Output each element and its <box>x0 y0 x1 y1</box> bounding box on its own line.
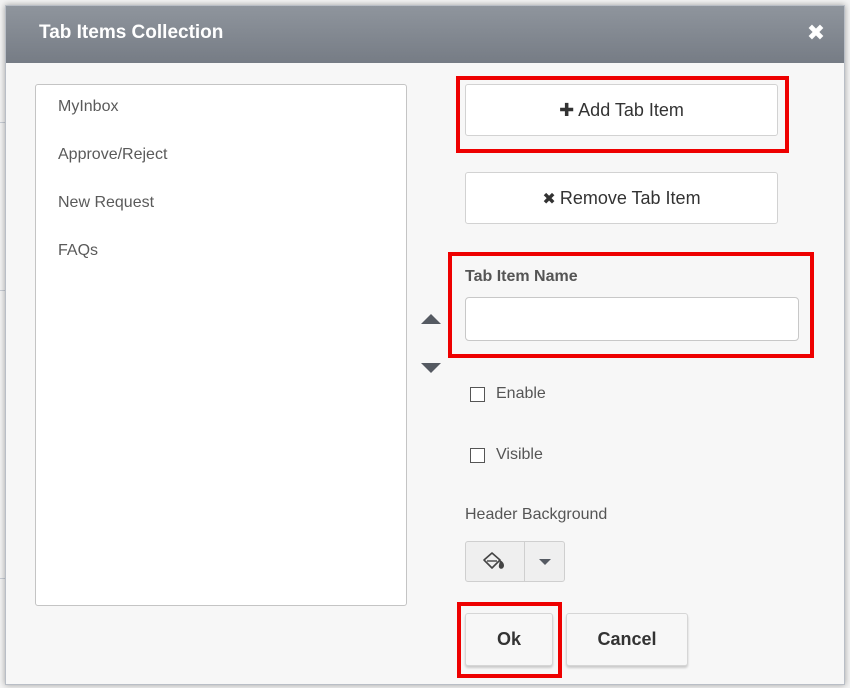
enable-checkbox-row[interactable]: Enable <box>470 384 546 404</box>
x-icon: ✖ <box>542 191 556 208</box>
tab-items-list[interactable]: MyInbox Approve/Reject New Request FAQs <box>35 84 407 606</box>
add-tab-item-label: Add Tab Item <box>578 100 684 120</box>
enable-checkbox[interactable] <box>470 386 485 402</box>
visible-label: Visible <box>496 446 543 463</box>
list-item-faqs[interactable]: FAQs <box>36 239 406 287</box>
header-background-dropdown[interactable] <box>525 542 564 581</box>
header-background-swatch[interactable] <box>466 542 525 581</box>
add-tab-item-button[interactable]: ✚ Add Tab Item <box>465 84 778 136</box>
tab-item-name-input[interactable] <box>465 297 799 341</box>
chevron-down-icon <box>538 558 551 565</box>
visible-checkbox-row[interactable]: Visible <box>470 445 543 465</box>
enable-label: Enable <box>496 385 546 402</box>
dialog-title: Tab Items Collection <box>39 22 224 43</box>
close-icon[interactable]: ✖ <box>804 20 828 46</box>
triangle-down-icon <box>421 363 441 373</box>
triangle-up-icon <box>421 314 441 324</box>
paint-bucket-icon <box>483 551 504 569</box>
remove-tab-item-button[interactable]: ✖ Remove Tab Item <box>465 172 778 224</box>
ok-button[interactable]: Ok <box>465 613 553 666</box>
dialog-titlebar: Tab Items Collection ✖ <box>6 6 844 63</box>
header-background-picker <box>465 541 565 582</box>
plus-icon: ✚ <box>559 100 575 120</box>
header-background-label: Header Background <box>465 506 608 523</box>
list-item-myinbox[interactable]: MyInbox <box>36 95 406 143</box>
move-up-button[interactable] <box>419 309 443 329</box>
cancel-button[interactable]: Cancel <box>566 613 688 666</box>
move-down-button[interactable] <box>419 358 443 378</box>
remove-tab-item-label: Remove Tab Item <box>559 188 701 208</box>
list-item-approve-reject[interactable]: Approve/Reject <box>36 143 406 191</box>
visible-checkbox[interactable] <box>470 447 485 463</box>
tab-item-name-label: Tab Item Name <box>465 268 578 285</box>
list-item-new-request[interactable]: New Request <box>36 191 406 239</box>
tab-items-collection-dialog: Tab Items Collection ✖ MyInbox Approve/R… <box>5 5 845 685</box>
